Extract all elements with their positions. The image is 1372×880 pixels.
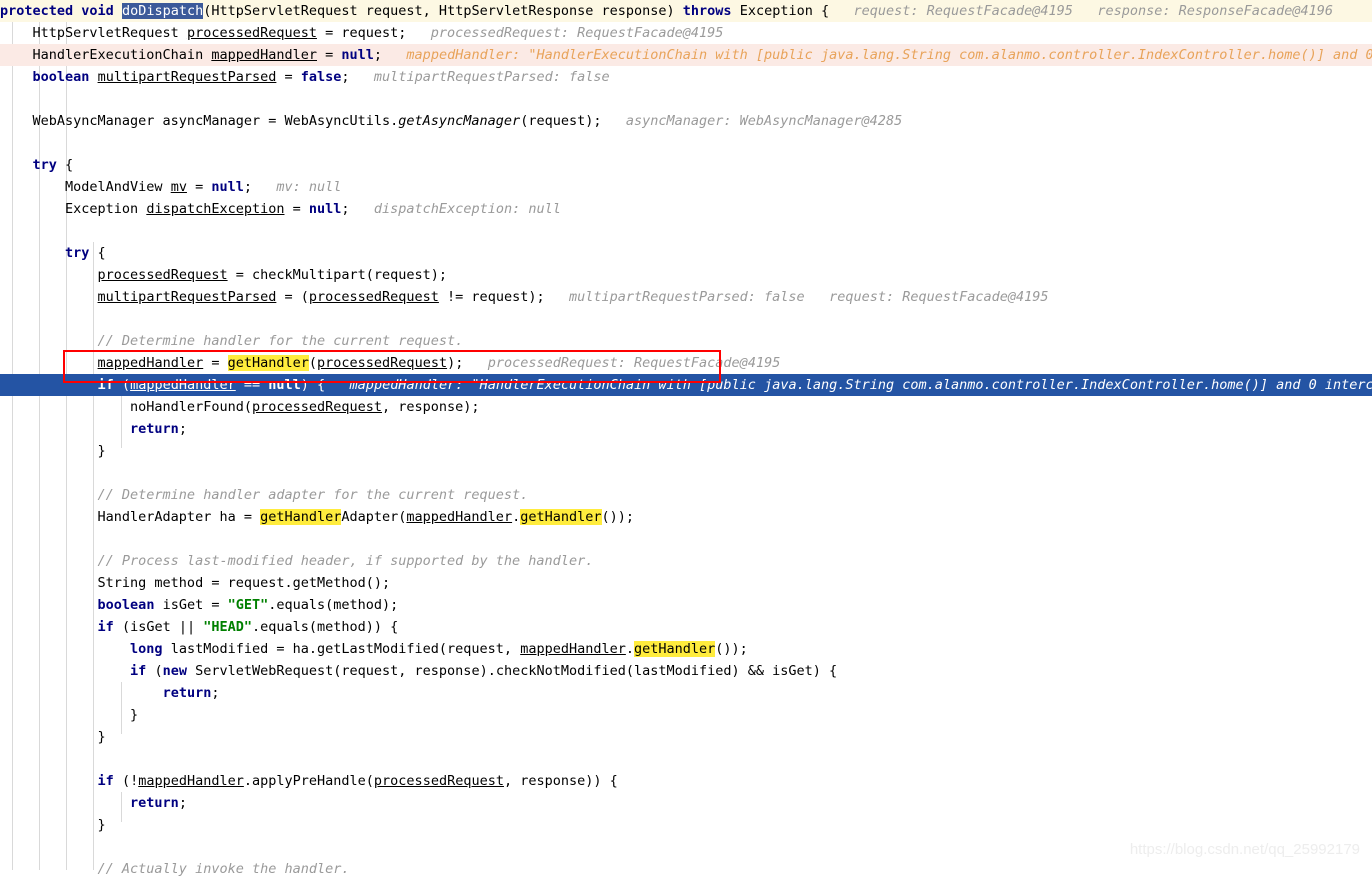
code-line[interactable] <box>0 132 1372 154</box>
code-text: // Actually invoke the handler. <box>0 861 350 877</box>
code-text: HandlerAdapter ha = getHandlerAdapter(ma… <box>0 509 635 525</box>
code-line[interactable]: boolean multipartRequestParsed = false; … <box>0 66 1372 88</box>
code-text: if (mappedHandler == null) { <box>97 377 326 393</box>
code-line[interactable]: protected void doDispatch(HttpServletReq… <box>0 0 1372 22</box>
code-text: } <box>0 443 106 459</box>
code-text: try { <box>65 245 106 261</box>
code-text: } <box>0 729 106 745</box>
code-line[interactable]: WebAsyncManager asyncManager = WebAsyncU… <box>0 110 1372 132</box>
code-text: noHandlerFound(processedRequest, respons… <box>0 399 480 415</box>
code-line[interactable]: // Determine handler adapter for the cur… <box>0 484 1372 506</box>
inline-debug-value: request: RequestFacade@4195 response: Re… <box>829 3 1334 19</box>
code-line[interactable] <box>0 528 1372 550</box>
inline-debug-value: mappedHandler: "HandlerExecutionChain wi… <box>325 377 1372 393</box>
code-text: multipartRequestParsed = (processedReque… <box>97 289 545 305</box>
code-text: protected void doDispatch(HttpServletReq… <box>0 3 830 19</box>
code-line[interactable]: ModelAndView mv = null; mv: null <box>0 176 1372 198</box>
code-text: } <box>0 817 106 833</box>
code-line[interactable] <box>0 462 1372 484</box>
code-text: HandlerExecutionChain mappedHandler = nu… <box>0 47 383 63</box>
code-line[interactable]: } <box>0 814 1372 836</box>
inline-debug-value: asyncManager: WebAsyncManager@4285 <box>601 113 903 129</box>
code-text: boolean isGet = "GET".equals(method); <box>97 597 399 613</box>
code-line[interactable]: HandlerAdapter ha = getHandlerAdapter(ma… <box>0 506 1372 528</box>
code-text: return; <box>162 685 220 701</box>
code-text: WebAsyncManager asyncManager = WebAsyncU… <box>0 113 602 129</box>
code-text: boolean multipartRequestParsed = false; <box>32 69 350 85</box>
inline-debug-value: processedRequest: RequestFacade@4195 <box>463 355 781 371</box>
code-text: try { <box>32 157 74 173</box>
code-line[interactable]: boolean isGet = "GET".equals(method); <box>0 594 1372 616</box>
code-text: if (new ServletWebRequest(request, respo… <box>130 663 838 679</box>
code-text: mappedHandler = getHandler(processedRequ… <box>97 355 464 371</box>
code-editor[interactable]: protected void doDispatch(HttpServletReq… <box>0 0 1372 877</box>
code-text: return; <box>130 421 187 437</box>
inline-debug-value: mappedHandler: "HandlerExecutionChain wi… <box>406 47 1372 63</box>
code-text: long lastModified = ha.getLastModified(r… <box>130 641 748 657</box>
code-line[interactable]: return; <box>0 418 1372 440</box>
code-line[interactable] <box>0 308 1372 330</box>
code-line[interactable]: long lastModified = ha.getLastModified(r… <box>0 638 1372 660</box>
code-line[interactable]: // Determine handler for the current req… <box>0 330 1372 352</box>
code-text: processedRequest = checkMultipart(reques… <box>97 267 448 283</box>
code-line[interactable] <box>0 220 1372 242</box>
code-lines[interactable]: protected void doDispatch(HttpServletReq… <box>0 0 1372 880</box>
code-text: } <box>0 707 139 723</box>
code-line[interactable]: } <box>0 704 1372 726</box>
inline-debug-value: mv: null <box>252 179 342 195</box>
code-line[interactable]: if (!mappedHandler.applyPreHandle(proces… <box>0 770 1372 792</box>
code-line[interactable]: try { <box>0 154 1372 176</box>
code-line[interactable]: Exception dispatchException = null; disp… <box>0 198 1372 220</box>
code-line[interactable]: multipartRequestParsed = (processedReque… <box>0 286 1372 308</box>
code-line[interactable]: // Process last-modified header, if supp… <box>0 550 1372 572</box>
code-line[interactable]: return; <box>0 682 1372 704</box>
code-line[interactable]: } <box>0 440 1372 462</box>
inline-debug-value: multipartRequestParsed: false request: R… <box>544 289 1049 305</box>
code-line[interactable]: try { <box>0 242 1372 264</box>
code-line[interactable]: if (new ServletWebRequest(request, respo… <box>0 660 1372 682</box>
code-text: // Determine handler for the current req… <box>0 333 464 349</box>
code-text: HttpServletRequest processedRequest = re… <box>0 25 407 41</box>
inline-debug-value: processedRequest: RequestFacade@4195 <box>406 25 724 41</box>
code-line[interactable]: return; <box>0 792 1372 814</box>
inline-debug-value: multipartRequestParsed: false <box>349 69 610 85</box>
code-text: // Process last-modified header, if supp… <box>0 553 594 569</box>
code-text: if (isGet || "HEAD".equals(method)) { <box>97 619 399 635</box>
code-text: ModelAndView mv = null; <box>0 179 252 195</box>
code-line[interactable]: if (mappedHandler == null) { mappedHandl… <box>0 374 1372 396</box>
watermark-text: https://blog.csdn.net/qq_25992179 <box>1129 841 1360 858</box>
code-line[interactable]: HandlerExecutionChain mappedHandler = nu… <box>0 44 1372 66</box>
code-line[interactable]: processedRequest = checkMultipart(reques… <box>0 264 1372 286</box>
code-line[interactable]: noHandlerFound(processedRequest, respons… <box>0 396 1372 418</box>
code-text: Exception dispatchException = null; <box>0 201 350 217</box>
code-line[interactable]: // Actually invoke the handler. <box>0 858 1372 880</box>
code-text: if (!mappedHandler.applyPreHandle(proces… <box>97 773 618 789</box>
code-line[interactable]: } <box>0 726 1372 748</box>
code-text: // Determine handler adapter for the cur… <box>0 487 529 503</box>
code-line[interactable]: String method = request.getMethod(); <box>0 572 1372 594</box>
code-line[interactable]: HttpServletRequest processedRequest = re… <box>0 22 1372 44</box>
code-line[interactable] <box>0 748 1372 770</box>
code-line[interactable] <box>0 88 1372 110</box>
code-line[interactable]: mappedHandler = getHandler(processedRequ… <box>0 352 1372 374</box>
inline-debug-value: dispatchException: null <box>349 201 561 217</box>
code-line[interactable]: if (isGet || "HEAD".equals(method)) { <box>0 616 1372 638</box>
code-text: String method = request.getMethod(); <box>0 575 391 591</box>
code-text: return; <box>130 795 187 811</box>
